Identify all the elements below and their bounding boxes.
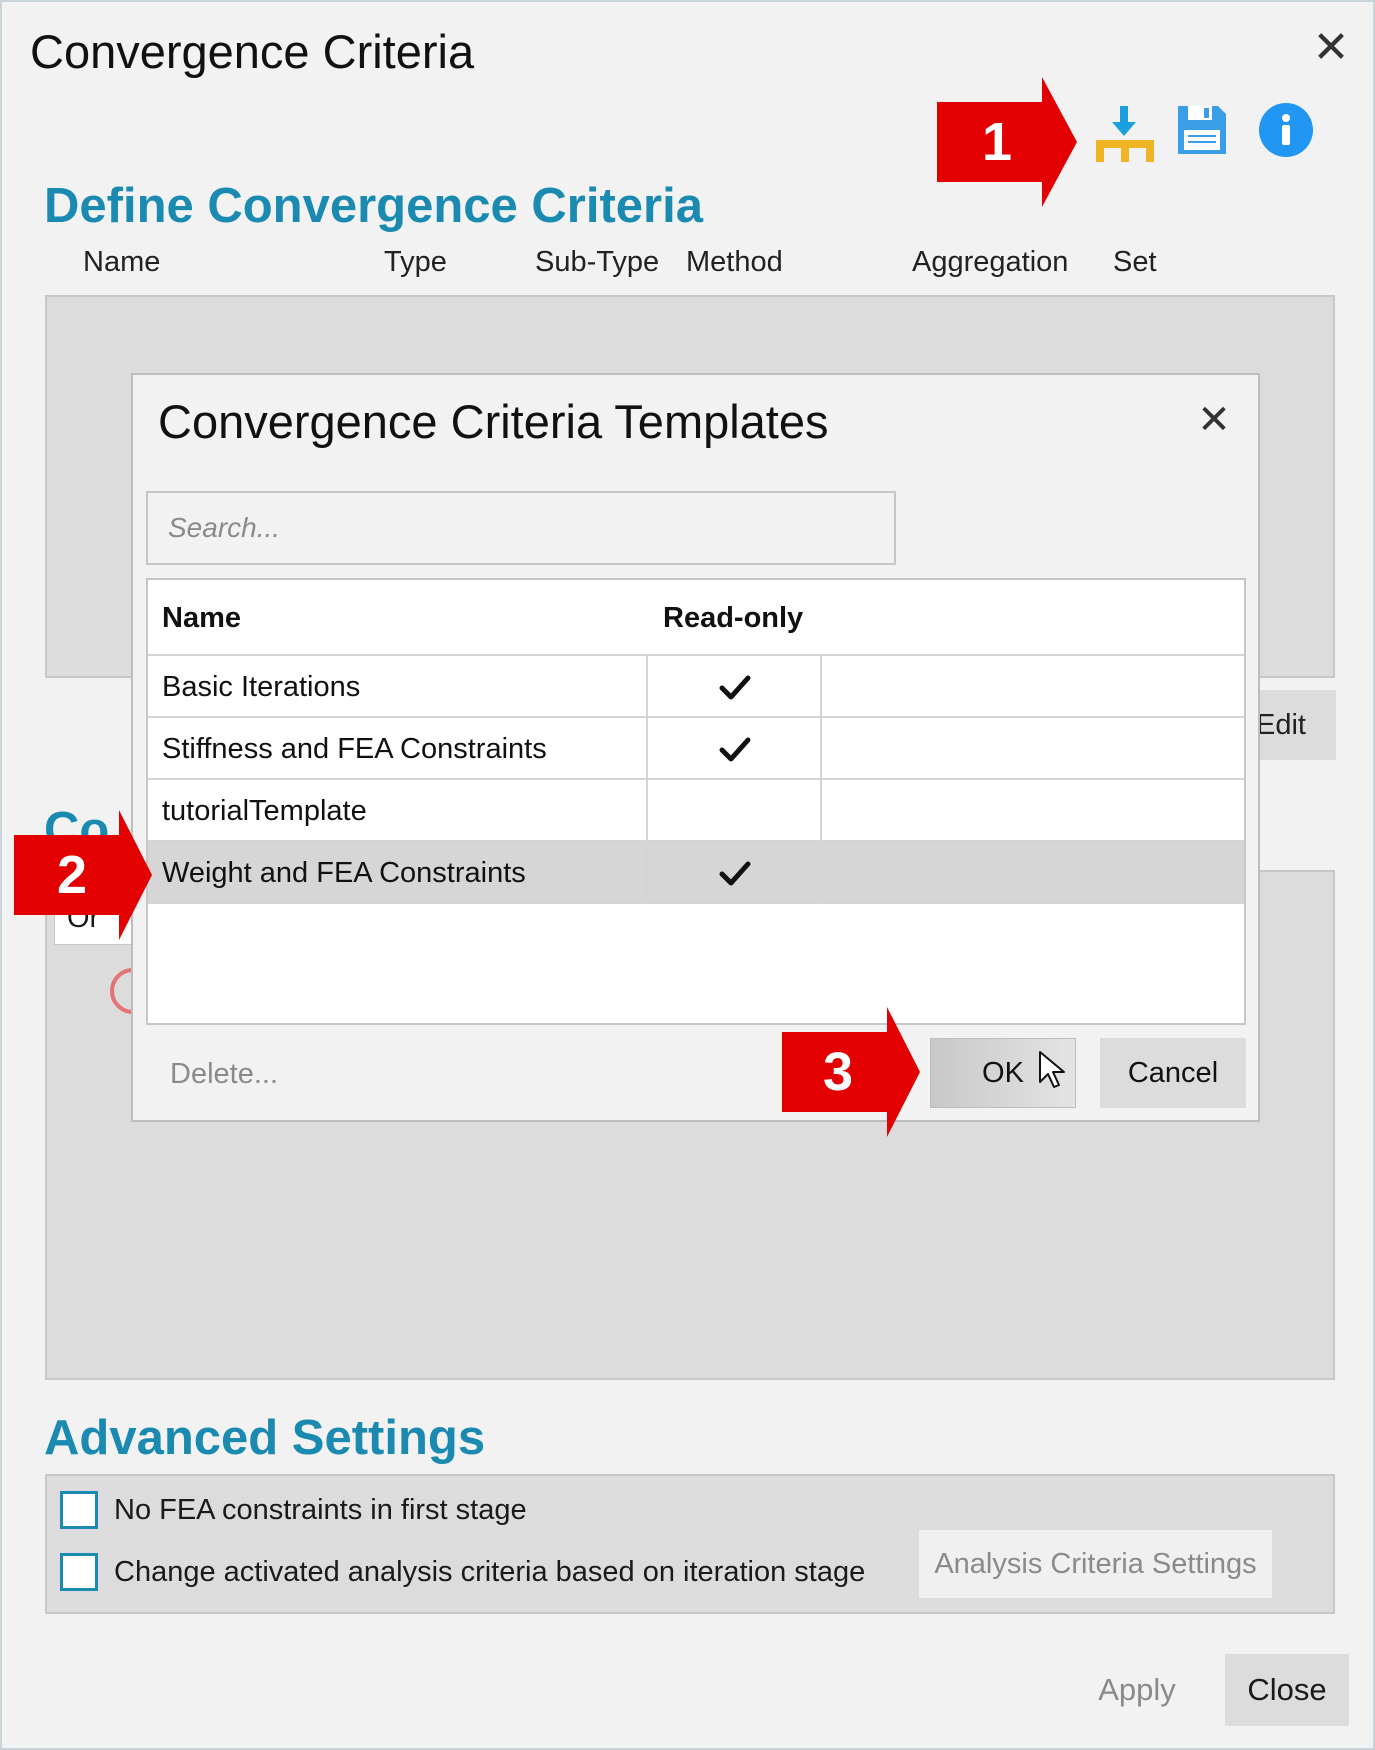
column-divider — [820, 842, 822, 904]
edit-button[interactable]: Edit — [1252, 690, 1336, 760]
template-row-name: Weight and FEA Constraints — [162, 857, 526, 889]
template-search-input[interactable] — [146, 491, 896, 565]
convergence-criteria-window: Convergence Criteria ✕ Define Convergenc… — [0, 0, 1375, 1750]
info-icon[interactable] — [1258, 102, 1324, 168]
template-row-name: tutorialTemplate — [162, 795, 367, 827]
change-activated-criteria-checkbox[interactable] — [60, 1553, 98, 1591]
callout-1-number: 1 — [981, 112, 1013, 172]
apply-button[interactable]: Apply — [1077, 1654, 1197, 1726]
readonly-check-icon — [719, 737, 751, 762]
import-template-icon[interactable] — [1092, 102, 1158, 168]
template-row-stiffness-fea[interactable]: Stiffness and FEA Constraints — [148, 718, 1244, 780]
template-row-name: Stiffness and FEA Constraints — [162, 733, 547, 765]
mouse-pointer-icon — [1039, 1051, 1065, 1088]
column-divider — [646, 842, 648, 904]
callout-1: 1 — [937, 77, 1077, 207]
save-icon[interactable] — [1174, 102, 1240, 168]
advanced-settings-heading: Advanced Settings — [44, 1411, 486, 1465]
column-divider — [820, 718, 822, 780]
templates-column-name[interactable]: Name — [162, 580, 241, 656]
column-divider — [646, 656, 648, 718]
templates-column-readonly[interactable]: Read-only — [663, 580, 803, 656]
callout-2: 2 — [14, 810, 152, 940]
templates-dialog-close-icon[interactable]: ✕ — [1192, 398, 1236, 442]
templates-dialog-title: Convergence Criteria Templates — [158, 395, 829, 448]
analysis-criteria-settings-button[interactable]: Analysis Criteria Settings — [919, 1530, 1272, 1598]
template-row-tutorial-template[interactable]: tutorialTemplate — [148, 780, 1244, 842]
column-header-subtype[interactable]: Sub-Type — [535, 246, 659, 279]
close-button[interactable]: Close — [1225, 1654, 1349, 1726]
column-header-name[interactable]: Name — [83, 246, 160, 279]
column-header-aggregation[interactable]: Aggregation — [912, 246, 1068, 279]
change-activated-criteria-option[interactable]: Change activated analysis criteria based… — [60, 1553, 865, 1591]
no-fea-first-stage-option[interactable]: No FEA constraints in first stage — [60, 1491, 527, 1529]
callout-3-number: 3 — [822, 1042, 854, 1102]
callout-2-number: 2 — [56, 845, 88, 905]
column-header-set[interactable]: Set — [1113, 246, 1157, 279]
column-divider — [820, 780, 822, 842]
cancel-button[interactable]: Cancel — [1100, 1038, 1246, 1108]
define-criteria-heading: Define Convergence Criteria — [44, 179, 703, 233]
column-divider — [646, 718, 648, 780]
column-header-type[interactable]: Type — [384, 246, 447, 279]
readonly-check-icon — [719, 675, 751, 700]
change-activated-criteria-label: Change activated analysis criteria based… — [114, 1555, 866, 1588]
readonly-check-icon — [719, 861, 751, 886]
templates-table-header: Name Read-only — [148, 580, 1244, 656]
template-row-name: Basic Iterations — [162, 671, 361, 703]
callout-3: 3 — [782, 1007, 920, 1137]
delete-button[interactable]: Delete... — [150, 1038, 298, 1110]
no-fea-first-stage-label: No FEA constraints in first stage — [114, 1493, 527, 1526]
window-close-icon[interactable]: ✕ — [1307, 24, 1355, 72]
window-title: Convergence Criteria — [30, 25, 475, 78]
template-row-basic-iterations[interactable]: Basic Iterations — [148, 656, 1244, 718]
column-divider — [646, 780, 648, 842]
column-header-method[interactable]: Method — [686, 246, 783, 279]
no-fea-first-stage-checkbox[interactable] — [60, 1491, 98, 1529]
templates-table: Name Read-only Basic Iterations Stiffnes… — [146, 578, 1246, 1025]
column-divider — [820, 656, 822, 718]
template-row-weight-fea[interactable]: Weight and FEA Constraints — [148, 842, 1244, 904]
